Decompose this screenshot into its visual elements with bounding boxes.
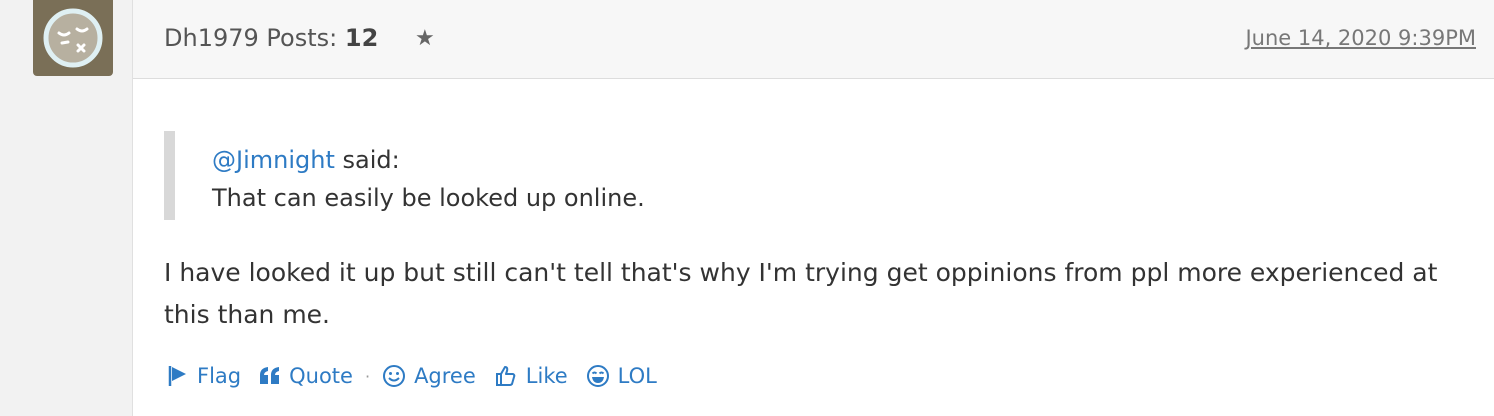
flag-label: Flag (197, 364, 242, 388)
discussion-comment: Dh1979 Posts: 12 ★ June 14, 2020 9:39PM … (0, 0, 1494, 416)
like-button[interactable]: Like (494, 364, 568, 388)
post-date-link[interactable]: June 14, 2020 9:39PM (1245, 26, 1476, 50)
quote-icon (260, 367, 280, 384)
laughing-face-icon (586, 365, 609, 387)
posts-label: Posts: (266, 24, 338, 52)
quote-label: Quote (289, 364, 353, 388)
author-name[interactable]: Dh1979 (164, 24, 259, 52)
quote-author-mention[interactable]: @Jimnight (212, 146, 335, 174)
sleepy-face-icon (43, 8, 103, 68)
blockquote: @Jimnight said: That can easily be looke… (164, 131, 964, 220)
post-header: Dh1979 Posts: 12 ★ June 14, 2020 9:39PM (133, 0, 1494, 79)
flag-button[interactable]: Flag (167, 364, 241, 388)
lol-label: LOL (617, 364, 657, 388)
posts-count: 12 (344, 24, 379, 52)
quote-attribution: @Jimnight said: (212, 141, 964, 179)
quote-text: That can easily be looked up online. (212, 184, 645, 212)
post-container: Dh1979 Posts: 12 ★ June 14, 2020 9:39PM … (132, 0, 1494, 416)
post-body: I have looked it up but still can't tell… (164, 258, 1438, 329)
author-meta: Dh1979 Posts: 12 (164, 24, 378, 52)
thumbs-up-icon (495, 366, 516, 386)
user-avatar[interactable] (33, 0, 113, 76)
flag-icon (168, 366, 186, 386)
agree-label: Agree (414, 364, 476, 388)
reaction-bar: Flag Quote · Agree Like LOL (167, 364, 675, 388)
separator: · (364, 366, 371, 386)
quote-button[interactable]: Quote (259, 364, 353, 388)
agree-button[interactable]: Agree (382, 364, 476, 388)
star-icon: ★ (415, 26, 435, 51)
lol-button[interactable]: LOL (586, 364, 657, 388)
smile-icon (383, 365, 406, 387)
like-label: Like (525, 364, 568, 388)
quote-said-label: said: (334, 146, 400, 174)
